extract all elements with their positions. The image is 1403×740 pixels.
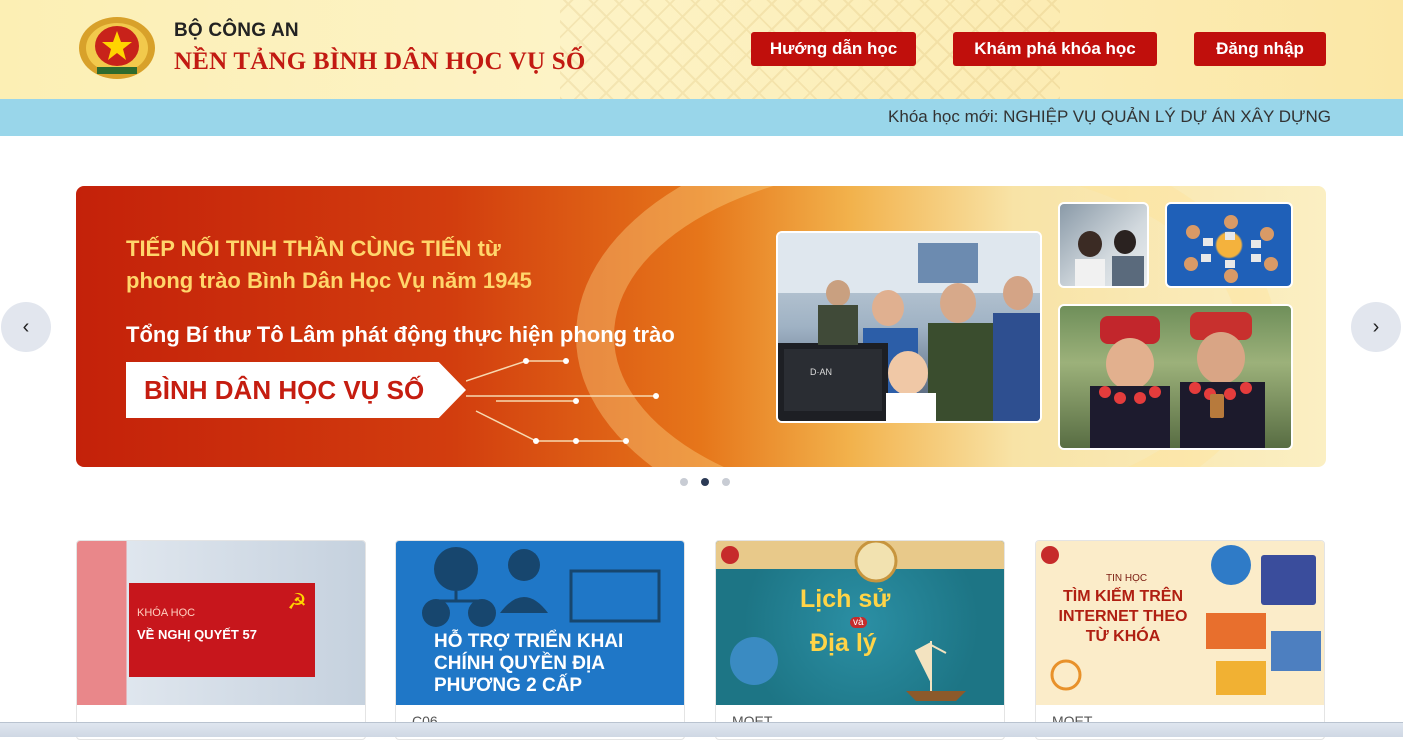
- carousel-dot-3[interactable]: [722, 478, 730, 486]
- course-thumbnail: Lịch sử và Địa lý: [716, 541, 1004, 705]
- ticker-text[interactable]: Khóa học mới: NGHIỆP VỤ QUẢN LÝ DỰ ÁN XÂ…: [888, 107, 1331, 127]
- banner-tag: BÌNH DÂN HỌC VỤ SỐ: [126, 362, 466, 418]
- course-card[interactable]: HỖ TRỢ TRIỂN KHAI CHÍNH QUYỀN ĐỊA PHƯƠNG…: [395, 540, 685, 740]
- news-ticker: Khóa học mới: NGHIỆP VỤ QUẢN LÝ DỰ ÁN XÂ…: [0, 99, 1403, 136]
- carousel-dot-2[interactable]: [701, 478, 709, 486]
- course-thumbnail: KHÓA HỌC VỀ NGHỊ QUYẾT 57 ☭: [77, 541, 365, 705]
- course-card[interactable]: TIN HỌC TÌM KIẾM TRÊN INTERNET THEO TỪ K…: [1035, 540, 1325, 740]
- police-emblem-icon[interactable]: [77, 15, 157, 81]
- ethnic-women-photo: [1058, 304, 1293, 450]
- explore-courses-button[interactable]: Khám phá khóa học: [953, 32, 1157, 66]
- course-kicker: KHÓA HỌC: [137, 607, 196, 619]
- government-diagram-icon: [422, 547, 661, 627]
- course-title: VỀ NGHỊ QUYẾT 57: [137, 627, 257, 642]
- classroom-photo: D·AN: [776, 231, 1042, 423]
- carousel-next-button[interactable]: ›: [1351, 302, 1401, 352]
- banner-line-2: phong trào Bình Dân Học Vụ năm 1945: [126, 268, 532, 293]
- banner-line-1: TIẾP NỐI TINH THẦN CÙNG TIẾN từ: [126, 236, 501, 261]
- course-title-conj: và: [850, 617, 867, 628]
- students-phone-photo: [1058, 202, 1149, 288]
- course-title-2: Địa lý: [810, 629, 877, 657]
- login-button[interactable]: Đăng nhập: [1194, 32, 1326, 66]
- course-kicker: TIN HỌC: [1106, 573, 1148, 584]
- carousel-dots: [680, 478, 730, 486]
- circuit-lines-decoration: [466, 358, 659, 444]
- monitor-logo-text: D·AN: [810, 367, 832, 377]
- carousel-dot-1[interactable]: [680, 478, 688, 486]
- guide-button[interactable]: Hướng dẫn học: [751, 32, 916, 66]
- course-thumbnail: HỖ TRỢ TRIỂN KHAI CHÍNH QUYỀN ĐỊA PHƯƠNG…: [396, 541, 684, 705]
- hero-banner[interactable]: TIẾP NỐI TINH THẦN CÙNG TIẾN từ phong tr…: [76, 186, 1326, 467]
- hammer-sickle-icon: ☭: [287, 589, 307, 614]
- youth-circle-photo: [1165, 202, 1293, 288]
- chevron-left-icon: ‹: [22, 315, 30, 338]
- os-taskbar: [0, 722, 1403, 737]
- banner-line-3: Tổng Bí thư Tô Lâm phát động thực hiện p…: [126, 322, 675, 347]
- course-card[interactable]: Lịch sử và Địa lý MOET: [715, 540, 1005, 740]
- course-title: HỖ TRỢ TRIỂN KHAI CHÍNH QUYỀN ĐỊA PHƯƠNG…: [434, 631, 624, 696]
- platform-name[interactable]: NỀN TẢNG BÌNH DÂN HỌC VỤ SỐ: [174, 48, 585, 76]
- course-title-box: KHÓA HỌC VỀ NGHỊ QUYẾT 57 ☭: [129, 583, 315, 677]
- course-title: TÌM KIẾM TRÊN INTERNET THEO TỪ KHÓA: [1058, 588, 1188, 645]
- course-title-1: Lịch sử: [800, 585, 891, 613]
- course-card[interactable]: KHÓA HỌC VỀ NGHỊ QUYẾT 57 ☭: [76, 540, 366, 740]
- chevron-right-icon: ›: [1372, 315, 1380, 338]
- site-header: BỘ CÔNG AN NỀN TẢNG BÌNH DÂN HỌC VỤ SỐ H…: [0, 0, 1403, 99]
- course-thumbnail: TIN HỌC TÌM KIẾM TRÊN INTERNET THEO TỪ K…: [1036, 541, 1324, 705]
- org-name: BỘ CÔNG AN: [174, 20, 299, 41]
- carousel-prev-button[interactable]: ‹: [1, 302, 51, 352]
